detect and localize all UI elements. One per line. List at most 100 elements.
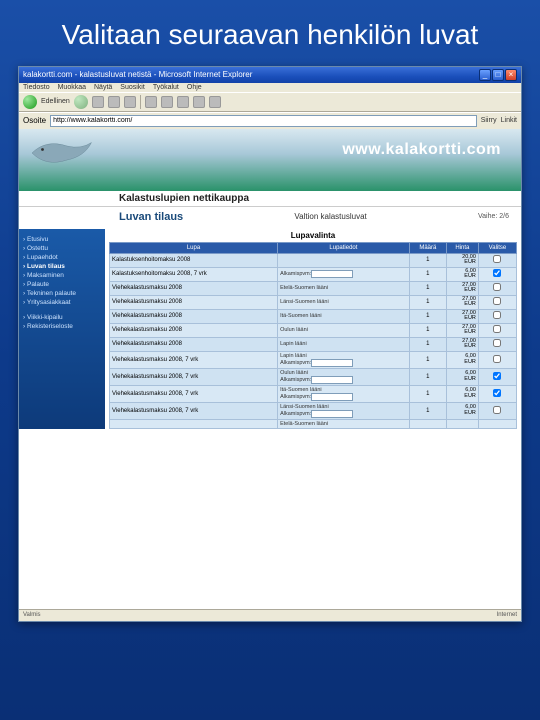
table-row: Viehekalastusmaksu 2008, 7 vrkItä-Suomen… [110, 385, 517, 402]
cell-qty: 1 [409, 368, 446, 385]
status-right: Internet [497, 612, 517, 618]
cell-price: 6,00EUR [446, 402, 478, 419]
select-checkbox[interactable] [493, 325, 501, 333]
select-checkbox[interactable] [493, 355, 501, 363]
cell-price: 27,00EUR [446, 295, 478, 309]
favorites-icon[interactable] [161, 96, 173, 108]
menu-tiedosto[interactable]: Tiedosto [23, 84, 50, 91]
col-header: Lupatiedot [278, 242, 410, 253]
cell-price: 27,00EUR [446, 323, 478, 337]
table-row: Kalastuksenhoitomaksu 2008120,00EUR [110, 253, 517, 267]
select-checkbox[interactable] [493, 283, 501, 291]
sidebar-item[interactable]: Maksaminen [23, 271, 101, 280]
refresh-icon[interactable] [108, 96, 120, 108]
page-content: www.kalakortti.com Kalastuslupien nettik… [19, 129, 521, 609]
sidebar-item[interactable]: Ostettu [23, 244, 101, 253]
stop-icon[interactable] [92, 96, 104, 108]
cell-select [478, 267, 516, 281]
go-button[interactable]: Siirry [481, 117, 497, 124]
date-input[interactable] [311, 359, 353, 367]
select-checkbox[interactable] [493, 297, 501, 305]
sidebar-item[interactable]: Luvan tilaus [23, 262, 101, 271]
sidebar-item[interactable]: Viikki-kipailu [23, 313, 101, 322]
select-checkbox[interactable] [493, 406, 501, 414]
cell-tiedot: Oulun lääni [278, 323, 410, 337]
table-row: Viehekalastusmaksu 2008Oulun lääni127,00… [110, 323, 517, 337]
cell-select [478, 281, 516, 295]
cell-lupa: Viehekalastusmaksu 2008 [110, 323, 278, 337]
cell-qty: 1 [409, 402, 446, 419]
address-bar: Osoite Siirry Linkit [19, 112, 521, 129]
select-checkbox[interactable] [493, 311, 501, 319]
sidebar-item[interactable]: Yritysasiakkaat [23, 298, 101, 307]
cell-price: 6,00EUR [446, 351, 478, 368]
cell-qty [409, 419, 446, 428]
date-input[interactable] [311, 393, 353, 401]
status-bar: Valmis Internet [19, 609, 521, 621]
minimize-button[interactable]: _ [479, 69, 491, 81]
sidebar-item[interactable]: Etusivu [23, 235, 101, 244]
table-row: Viehekalastusmaksu 2008, 7 vrkOulun lään… [110, 368, 517, 385]
cell-qty: 1 [409, 253, 446, 267]
site-banner: www.kalakortti.com [19, 129, 521, 191]
menu-suosikit[interactable]: Suosikit [120, 84, 145, 91]
cell-qty: 1 [409, 337, 446, 351]
forward-button[interactable] [74, 95, 88, 109]
window-title: kalakortti.com - kalastusluvat netistä -… [23, 70, 252, 79]
menu-työkalut[interactable]: Työkalut [153, 84, 179, 91]
sidebar-item[interactable]: Palaute [23, 280, 101, 289]
sidebar-item[interactable]: Lupaehdot [23, 253, 101, 262]
col-header: Määrä [409, 242, 446, 253]
cell-price: 27,00EUR [446, 309, 478, 323]
cell-price: 6,00EUR [446, 385, 478, 402]
back-button[interactable] [23, 95, 37, 109]
links-button[interactable]: Linkit [501, 117, 517, 124]
cell-qty: 1 [409, 385, 446, 402]
cell-lupa: Kalastuksenhoitomaksu 2008, 7 vrk [110, 267, 278, 281]
cell-select [478, 253, 516, 267]
menu-ohje[interactable]: Ohje [187, 84, 202, 91]
menu-muokkaa[interactable]: Muokkaa [58, 84, 86, 91]
history-icon[interactable] [177, 96, 189, 108]
close-button[interactable]: × [505, 69, 517, 81]
mail-icon[interactable] [193, 96, 205, 108]
menu-näytä[interactable]: Näytä [94, 84, 112, 91]
address-label: Osoite [23, 116, 46, 125]
cell-lupa: Viehekalastusmaksu 2008, 7 vrk [110, 402, 278, 419]
select-checkbox[interactable] [493, 255, 501, 263]
select-checkbox[interactable] [493, 372, 501, 380]
sidebar-nav: EtusivuOstettuLupaehdotLuvan tilausMaksa… [19, 229, 105, 429]
sidebar-item[interactable]: Tekninen palaute [23, 289, 101, 298]
address-input[interactable] [50, 115, 477, 127]
cell-price: 27,00EUR [446, 281, 478, 295]
search-icon[interactable] [145, 96, 157, 108]
cell-price: 20,00EUR [446, 253, 478, 267]
section-title: Valtion kalastusluvat [294, 212, 366, 221]
back-label: Edellinen [41, 98, 70, 105]
table-row: Viehekalastusmaksu 2008Itä-Suomen lääni1… [110, 309, 517, 323]
cell-tiedot: Etelä-Suomen lääni [278, 281, 410, 295]
print-icon[interactable] [209, 96, 221, 108]
cell-select [478, 385, 516, 402]
cell-select [478, 323, 516, 337]
select-checkbox[interactable] [493, 339, 501, 347]
main-panel: Lupavalinta LupaLupatiedotMääräHintaVali… [105, 229, 521, 429]
browser-toolbar: Edellinen [19, 92, 521, 112]
col-header: Valitse [478, 242, 516, 253]
home-icon[interactable] [124, 96, 136, 108]
window-titlebar: kalakortti.com - kalastusluvat netistä -… [19, 67, 521, 83]
sidebar-item[interactable]: Rekisteriseloste [23, 322, 101, 331]
table-row: Viehekalastusmaksu 2008Länsi-Suomen lään… [110, 295, 517, 309]
col-header: Lupa [110, 242, 278, 253]
date-input[interactable] [311, 270, 353, 278]
date-input[interactable] [311, 376, 353, 384]
table-row: Viehekalastusmaksu 2008, 7 vrkLapin lään… [110, 351, 517, 368]
order-title: Luvan tilaus [119, 211, 183, 223]
maximize-button[interactable]: □ [492, 69, 504, 81]
select-checkbox[interactable] [493, 389, 501, 397]
table-title: Lupavalinta [109, 229, 517, 242]
date-input[interactable] [311, 410, 353, 418]
cell-qty: 1 [409, 309, 446, 323]
cell-qty: 1 [409, 351, 446, 368]
select-checkbox[interactable] [493, 269, 501, 277]
